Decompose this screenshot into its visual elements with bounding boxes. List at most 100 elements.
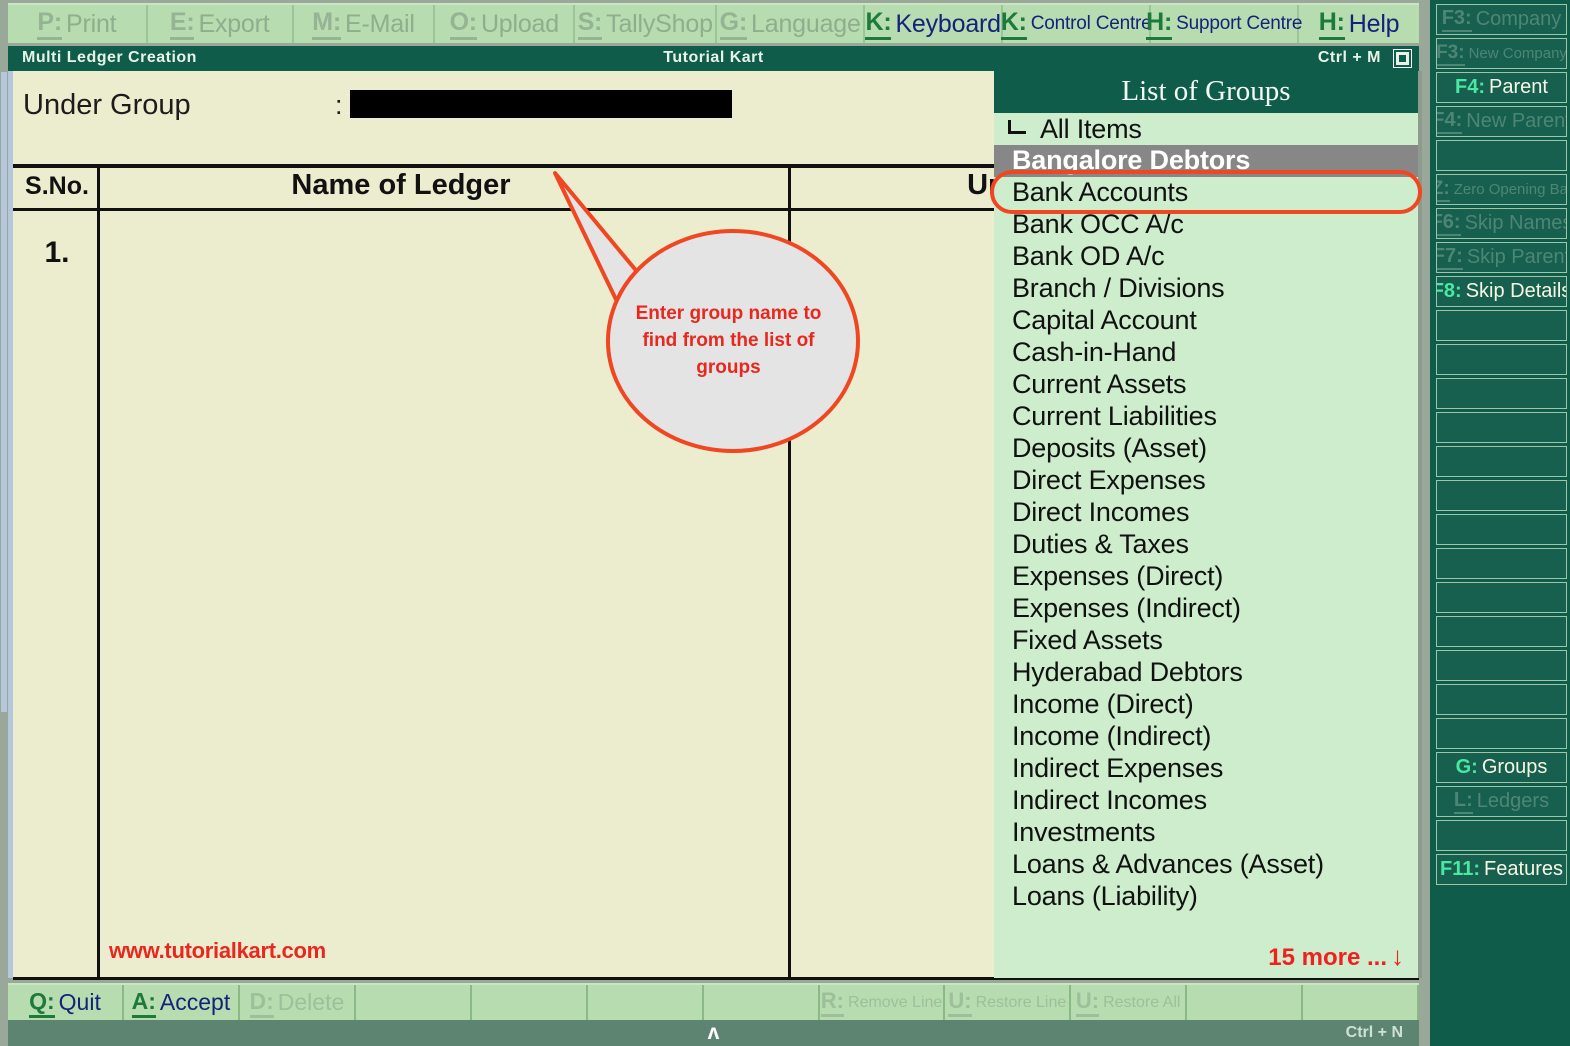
button-label: Restore All — [1103, 993, 1181, 1011]
group-list-item-label: Current Assets — [1012, 369, 1187, 399]
button-label: E-Mail — [345, 9, 415, 38]
sidebar-button-skip-names[interactable]: F6:Skip Names — [1436, 208, 1567, 239]
group-list-item[interactable]: All Items — [994, 113, 1418, 145]
group-list-item[interactable]: Deposits (Asset) — [994, 433, 1418, 465]
sidebar-button-features[interactable]: F11: Features — [1436, 854, 1567, 885]
group-list-item[interactable]: Direct Expenses — [994, 465, 1418, 497]
accelerator-key: G: — [1455, 756, 1478, 778]
button-label: Print — [66, 9, 117, 38]
button-label: Zero Opening Bal — [1453, 181, 1567, 198]
button-label: Parent — [1489, 76, 1548, 98]
watermark-text: www.tutorialkart.com — [109, 938, 326, 963]
sidebar-button-groups[interactable]: G: Groups — [1436, 752, 1567, 783]
sidebar-button-empty-20 — [1436, 684, 1567, 715]
button-label: Company — [1475, 8, 1562, 30]
accelerator-key: L: — [1453, 789, 1473, 814]
group-list-item-selected[interactable]: Bangalore Debtors — [994, 145, 1418, 177]
topbar-button-print[interactable]: P: Print — [8, 5, 148, 43]
group-list-item[interactable]: Indirect Expenses — [994, 753, 1418, 785]
group-list-item-label: Bangalore Debtors — [1012, 145, 1251, 175]
group-list-item[interactable]: Duties & Taxes — [994, 529, 1418, 561]
button-label: Help — [1348, 9, 1400, 38]
topbar-button-language[interactable]: G: Language — [717, 5, 866, 43]
bottombar-button-delete[interactable]: D: Delete — [240, 985, 356, 1020]
sidebar-button-new-company[interactable]: F3: New Company — [1436, 38, 1567, 69]
accelerator-key: K: — [865, 8, 892, 40]
group-list-item[interactable]: Indirect Incomes — [994, 785, 1418, 817]
group-list-item[interactable]: Income (Direct) — [994, 689, 1418, 721]
accelerator-key: D: — [249, 988, 274, 1018]
topbar-button-upload[interactable]: O: Upload — [435, 5, 576, 43]
bottombar-button-restore-all[interactable]: U: Restore All — [1071, 985, 1188, 1020]
group-list-item[interactable]: Bank OD A/c — [994, 241, 1418, 273]
topbar-button-support-centre[interactable]: H: Support Centre — [1146, 5, 1303, 43]
list-of-groups-panel: List of Groups All Items Bangalore Debtor… — [994, 71, 1422, 978]
group-list-item-label: Hyderabad Debtors — [1012, 657, 1243, 687]
group-list-item[interactable]: Cash-in-Hand — [994, 337, 1418, 369]
group-list-item[interactable]: Current Assets — [994, 369, 1418, 401]
button-label: Ledgers — [1476, 790, 1550, 812]
topbar-button-e-mail[interactable]: M: E-Mail — [294, 5, 436, 43]
group-list-item[interactable]: Capital Account — [994, 305, 1418, 337]
accelerator-key: F8: — [1437, 280, 1462, 302]
topbar-button-tallyshop[interactable]: S: TallyShop — [575, 5, 718, 43]
group-list-item-label: Capital Account — [1012, 305, 1197, 335]
sidebar-button-skip-details[interactable]: F8:Skip Details — [1436, 276, 1567, 307]
annotation-callout: Enter group name to find from the list o… — [543, 159, 883, 453]
sidebar-button-new-parent[interactable]: F4:New Parent — [1436, 106, 1567, 137]
button-label: Skip Names — [1464, 212, 1567, 234]
left-scroll-tab[interactable] — [1, 72, 7, 712]
group-list-item[interactable]: Bank Accounts — [994, 177, 1418, 209]
group-list-item[interactable]: Income (Indirect) — [994, 721, 1418, 753]
group-list-item-label: Bank OD A/c — [1012, 241, 1165, 271]
accelerator-key: P: — [37, 8, 62, 40]
all-items-marker-icon — [1008, 120, 1026, 134]
group-list-item-label: Expenses (Indirect) — [1012, 593, 1241, 623]
sidebar-button-empty-4 — [1436, 140, 1567, 171]
sidebar-button-company[interactable]: F3: Company — [1436, 4, 1567, 35]
button-label: Support Centre — [1176, 13, 1303, 34]
bottombar-button-quit[interactable]: Q: Quit — [8, 985, 124, 1020]
topbar-button-export[interactable]: E: Export — [148, 5, 294, 43]
caret-up-icon: ʌ — [707, 1021, 720, 1044]
group-list-item[interactable]: Hyderabad Debtors — [994, 657, 1418, 689]
list-more-label: 15 more ... — [1268, 944, 1387, 971]
accelerator-key: H: — [1318, 8, 1345, 40]
topbar-button-help[interactable]: H: Help — [1299, 5, 1419, 43]
under-group-input[interactable] — [350, 90, 732, 118]
bottombar-button-accept[interactable]: A: Accept — [124, 985, 240, 1020]
group-list-item[interactable]: Loans & Advances (Asset) — [994, 849, 1418, 881]
group-list-item[interactable]: Bank OCC A/c — [994, 209, 1418, 241]
maximize-box-icon[interactable] — [1393, 49, 1412, 68]
sidebar-button-skip-parent[interactable]: F7:Skip Parent — [1436, 242, 1567, 273]
group-list-item[interactable]: Current Liabilities — [994, 401, 1418, 433]
sidebar-button-zero-opening-bal[interactable]: Z:Zero Opening Bal — [1436, 174, 1567, 205]
sidebar-button-empty-19 — [1436, 650, 1567, 681]
column-separator-1 — [97, 168, 100, 980]
group-list-item[interactable]: Expenses (Direct) — [994, 561, 1418, 593]
group-list-item[interactable]: Fixed Assets — [994, 625, 1418, 657]
topbar-button-keyboard[interactable]: K: Keyboard — [865, 5, 1004, 43]
group-list-item[interactable]: Direct Incomes — [994, 497, 1418, 529]
group-list-item[interactable]: Loans (Liability) — [994, 881, 1418, 913]
sidebar-button-empty-15 — [1436, 514, 1567, 545]
button-label: Features — [1484, 858, 1563, 880]
group-list-item-label: Duties & Taxes — [1012, 529, 1189, 559]
group-list-item[interactable]: Branch / Divisions — [994, 273, 1418, 305]
bottom-status-strip: ʌ Ctrl + N — [8, 1020, 1419, 1046]
list-more-indicator[interactable]: 15 more ... ↓ — [1268, 941, 1404, 972]
column-header-sno: S.No. — [25, 172, 89, 200]
sidebar-button-ledgers[interactable]: L: Ledgers — [1436, 786, 1567, 817]
bottombar-button-empty-10 — [1187, 985, 1304, 1020]
group-list-item[interactable]: Expenses (Indirect) — [994, 593, 1418, 625]
list-of-groups-body[interactable]: All Items Bangalore Debtors Bank Accounts B… — [994, 113, 1418, 978]
topbar-button-control-centre[interactable]: K: Control Centre — [1000, 5, 1152, 43]
top-button-bar: P: Print E: Export M: E-Mail O: Upload S: TallySh… — [8, 3, 1419, 43]
sidebar-button-empty-14 — [1436, 480, 1567, 511]
sidebar-button-parent[interactable]: F4: Parent — [1436, 72, 1567, 103]
bottombar-button-restore-line[interactable]: U: Restore Line — [945, 985, 1072, 1020]
bottombar-button-remove-line[interactable]: R: Remove Line — [820, 985, 946, 1020]
group-list-item[interactable]: Investments — [994, 817, 1418, 849]
button-label: Control Centre — [1030, 13, 1152, 34]
group-list-item-label: All Items — [1040, 113, 1142, 144]
